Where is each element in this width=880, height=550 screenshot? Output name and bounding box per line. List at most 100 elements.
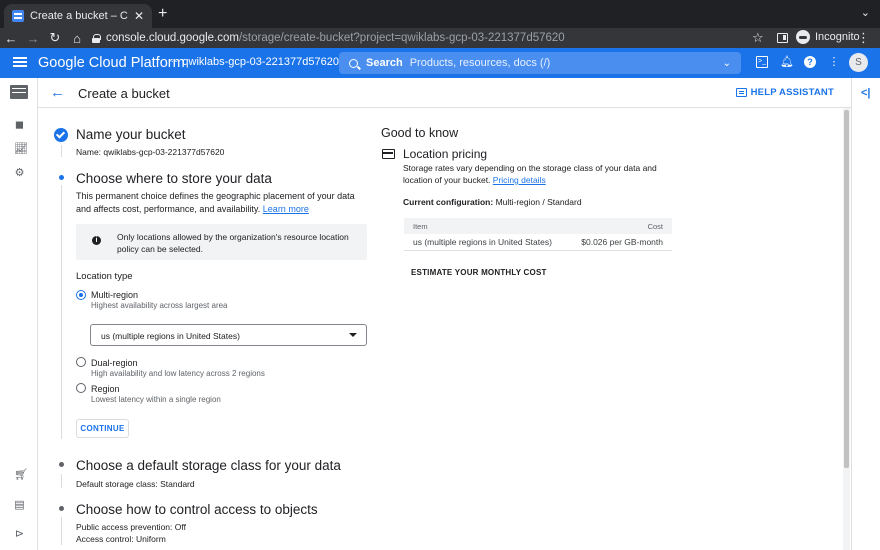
monitoring-icon[interactable]: 📈︎ bbox=[14, 144, 28, 155]
help-icon[interactable]: ? bbox=[804, 56, 816, 68]
cost-table: Item Cost us (multiple regions in United… bbox=[404, 218, 672, 251]
continue-button[interactable]: CONTINUE bbox=[76, 419, 129, 438]
cloud-storage-product-icon[interactable] bbox=[10, 85, 28, 99]
step-dot-icon bbox=[59, 506, 64, 511]
col-cost: Cost bbox=[647, 221, 663, 231]
step-connector bbox=[61, 517, 62, 545]
public-access-summary: Public access prevention: Off bbox=[76, 521, 186, 533]
bookmark-star-icon[interactable]: ☆ bbox=[752, 30, 764, 46]
incognito-icon bbox=[796, 30, 810, 44]
search-bar[interactable]: Search Products, resources, docs (/) ⌄ bbox=[339, 52, 741, 74]
location-description: This permanent choice defines the geogra… bbox=[76, 190, 371, 216]
browser-tab[interactable]: Create a bucket – Cloud Storage ✕ bbox=[4, 4, 152, 28]
settings-gear-icon[interactable]: ⚙ bbox=[14, 168, 25, 179]
step-complete-check-icon bbox=[54, 128, 68, 142]
multi-region-title[interactable]: Multi-region bbox=[91, 290, 138, 300]
url-path: /storage/create-bucket?project=qwiklabs-… bbox=[238, 32, 565, 44]
step-connector bbox=[61, 185, 62, 439]
dual-region-radio[interactable] bbox=[76, 357, 86, 367]
page-header: ← Create a bucket HELP ASSISTANT bbox=[38, 78, 851, 108]
location-pricing-desc: Storage rates vary depending on the stor… bbox=[403, 162, 678, 186]
region-radio[interactable] bbox=[76, 383, 86, 393]
step-storage-class-title[interactable]: Choose a default storage class for your … bbox=[76, 458, 341, 473]
side-panel-icon[interactable] bbox=[777, 33, 788, 43]
project-selector[interactable]: ⁘ qwiklabs-gcp-03-221377d57620 ▼ bbox=[170, 56, 356, 68]
close-tab-icon[interactable]: ✕ bbox=[134, 9, 144, 23]
bucket-icon[interactable]: ◼ bbox=[14, 120, 25, 131]
help-assistant-button[interactable]: HELP ASSISTANT bbox=[735, 87, 834, 98]
credit-card-icon bbox=[382, 149, 395, 159]
current-config-label: Current configuration: bbox=[403, 197, 494, 207]
lock-icon[interactable] bbox=[92, 33, 101, 43]
back-arrow-icon[interactable]: ← bbox=[50, 84, 65, 101]
multi-region-radio[interactable] bbox=[76, 290, 86, 300]
incognito-indicator[interactable]: Incognito bbox=[796, 30, 860, 44]
browser-toolbar: ← → ↻ ⌂ console.cloud.google.com/storage… bbox=[0, 28, 880, 48]
address-bar[interactable]: console.cloud.google.com/storage/create-… bbox=[92, 28, 772, 48]
location-pricing-title: Location pricing bbox=[403, 147, 488, 161]
brand-name[interactable]: Google Cloud Platform bbox=[38, 55, 185, 71]
help-assistant-label: HELP ASSISTANT bbox=[750, 87, 834, 98]
search-input[interactable]: Products, resources, docs (/) bbox=[410, 57, 723, 69]
project-name: qwiklabs-gcp-03-221377d57620 bbox=[182, 56, 339, 68]
help-assistant-icon bbox=[735, 88, 747, 97]
storage-class-value: Standard bbox=[160, 479, 195, 489]
region-title[interactable]: Region bbox=[91, 384, 120, 394]
home-icon[interactable]: ⌂ bbox=[66, 31, 88, 46]
forward-nav-icon[interactable]: → bbox=[22, 31, 44, 46]
search-label: Search bbox=[366, 57, 403, 69]
chrome-menu-icon[interactable]: ⋮ bbox=[857, 30, 870, 46]
incognito-label: Incognito bbox=[815, 31, 860, 43]
info-icon: i bbox=[92, 236, 101, 245]
gcp-header: Google Cloud Platform ⁘ qwiklabs-gcp-03-… bbox=[0, 48, 880, 78]
learn-more-link[interactable]: Learn more bbox=[263, 204, 309, 214]
dual-region-desc: High availability and low latency across… bbox=[91, 369, 265, 378]
more-options-icon[interactable]: ⋮ bbox=[828, 56, 840, 68]
reload-icon[interactable]: ↻ bbox=[44, 30, 66, 46]
new-tab-icon[interactable]: + bbox=[158, 5, 167, 23]
notifications-bell-icon[interactable]: 🔔︎ bbox=[780, 56, 794, 68]
search-expand-icon[interactable]: ⌄ bbox=[723, 58, 731, 69]
multi-region-desc: Highest availability across largest area bbox=[91, 301, 228, 310]
avatar[interactable]: S bbox=[849, 53, 868, 72]
back-nav-icon[interactable]: ← bbox=[0, 31, 22, 46]
step-location-title[interactable]: Choose where to store your data bbox=[76, 171, 272, 186]
tab-title: Create a bucket – Cloud Storage bbox=[30, 10, 128, 22]
pricing-details-link[interactable]: Pricing details bbox=[493, 175, 546, 185]
release-notes-icon[interactable]: ▤ bbox=[14, 500, 25, 511]
location-description-text: This permanent choice defines the geogra… bbox=[76, 191, 355, 214]
project-icon: ⁘ bbox=[170, 56, 178, 68]
url-host: console.cloud.google.com bbox=[106, 32, 239, 44]
access-control-label: Access control: bbox=[76, 534, 134, 544]
cost-table-header: Item Cost bbox=[404, 218, 672, 234]
navigation-menu-icon[interactable] bbox=[13, 57, 27, 59]
step-active-dot-icon bbox=[59, 175, 64, 180]
location-policy-notice: i Only locations allowed by the organiza… bbox=[76, 224, 367, 260]
collapse-panel-icon[interactable]: <| bbox=[861, 87, 871, 99]
marketplace-cart-icon[interactable]: 🛒︎ bbox=[14, 470, 28, 481]
location-type-label: Location type bbox=[76, 271, 133, 282]
step-access-title[interactable]: Choose how to control access to objects bbox=[76, 502, 318, 517]
bucket-name-value: qwiklabs-gcp-03-221377d57620 bbox=[103, 147, 225, 157]
bucket-name-label: Name: bbox=[76, 147, 102, 157]
step-connector bbox=[61, 145, 62, 157]
region-select[interactable]: us (multiple regions in United States) bbox=[90, 324, 367, 346]
estimate-cost-button[interactable]: ESTIMATE YOUR MONTHLY COST bbox=[411, 268, 547, 277]
page-title: Create a bucket bbox=[78, 86, 170, 101]
dual-region-title[interactable]: Dual-region bbox=[91, 358, 138, 368]
tab-search-icon[interactable]: ⌄ bbox=[861, 6, 870, 19]
browser-tab-strip: Create a bucket – Cloud Storage ✕ + ⌄ bbox=[0, 0, 880, 28]
public-access-value: Off bbox=[174, 522, 186, 532]
step-connector bbox=[61, 474, 62, 488]
row-item: us (multiple regions in United States) bbox=[413, 237, 552, 247]
access-control-value: Uniform bbox=[136, 534, 166, 544]
expand-rail-icon[interactable]: ⊳ bbox=[14, 529, 25, 540]
location-policy-text: Only locations allowed by the organizati… bbox=[117, 232, 349, 254]
region-desc: Lowest latency within a single region bbox=[91, 395, 221, 404]
cloud-shell-icon[interactable]: >_ bbox=[756, 56, 768, 68]
scrollbar-thumb[interactable] bbox=[844, 110, 849, 468]
step-name-title[interactable]: Name your bucket bbox=[76, 127, 186, 142]
cloud-storage-favicon-icon bbox=[12, 10, 24, 22]
dropdown-arrow-icon bbox=[349, 333, 357, 337]
storage-class-summary: Default storage class: Standard bbox=[76, 478, 195, 490]
